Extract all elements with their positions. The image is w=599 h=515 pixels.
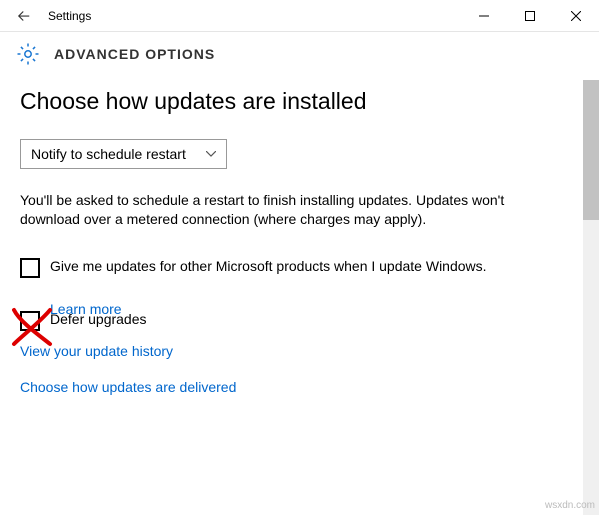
- page-title: ADVANCED OPTIONS: [54, 46, 215, 62]
- gear-icon: [16, 42, 40, 66]
- watermark: wsxdn.com: [545, 500, 595, 511]
- view-update-history-link[interactable]: View your update history: [20, 343, 563, 359]
- back-arrow-icon: [15, 7, 33, 25]
- window-title: Settings: [48, 9, 91, 23]
- chevron-down-icon: [206, 148, 216, 160]
- window-controls: [461, 0, 599, 32]
- defer-upgrades-group: Defer upgrades Learn more: [20, 310, 563, 317]
- titlebar: Settings: [0, 0, 599, 32]
- update-delivery-link[interactable]: Choose how updates are delivered: [20, 379, 563, 395]
- dropdown-selected-value: Notify to schedule restart: [31, 146, 186, 162]
- install-mode-dropdown[interactable]: Notify to schedule restart: [20, 139, 227, 169]
- back-button[interactable]: [8, 0, 40, 32]
- close-button[interactable]: [553, 0, 599, 32]
- scrollbar[interactable]: [583, 80, 599, 515]
- defer-upgrades-checkbox[interactable]: [20, 311, 40, 331]
- minimize-button[interactable]: [461, 0, 507, 32]
- other-products-checkbox-row: Give me updates for other Microsoft prod…: [20, 257, 540, 278]
- close-icon: [571, 11, 581, 21]
- description-text: You'll be asked to schedule a restart to…: [20, 191, 530, 229]
- maximize-icon: [525, 11, 535, 21]
- other-products-checkbox[interactable]: [20, 258, 40, 278]
- scrollbar-thumb[interactable]: [583, 80, 599, 220]
- content-area: Choose how updates are installed Notify …: [0, 80, 583, 515]
- page-header: ADVANCED OPTIONS: [0, 32, 599, 78]
- maximize-button[interactable]: [507, 0, 553, 32]
- other-products-label: Give me updates for other Microsoft prod…: [50, 257, 487, 276]
- minimize-icon: [479, 11, 489, 21]
- section-heading: Choose how updates are installed: [20, 88, 563, 115]
